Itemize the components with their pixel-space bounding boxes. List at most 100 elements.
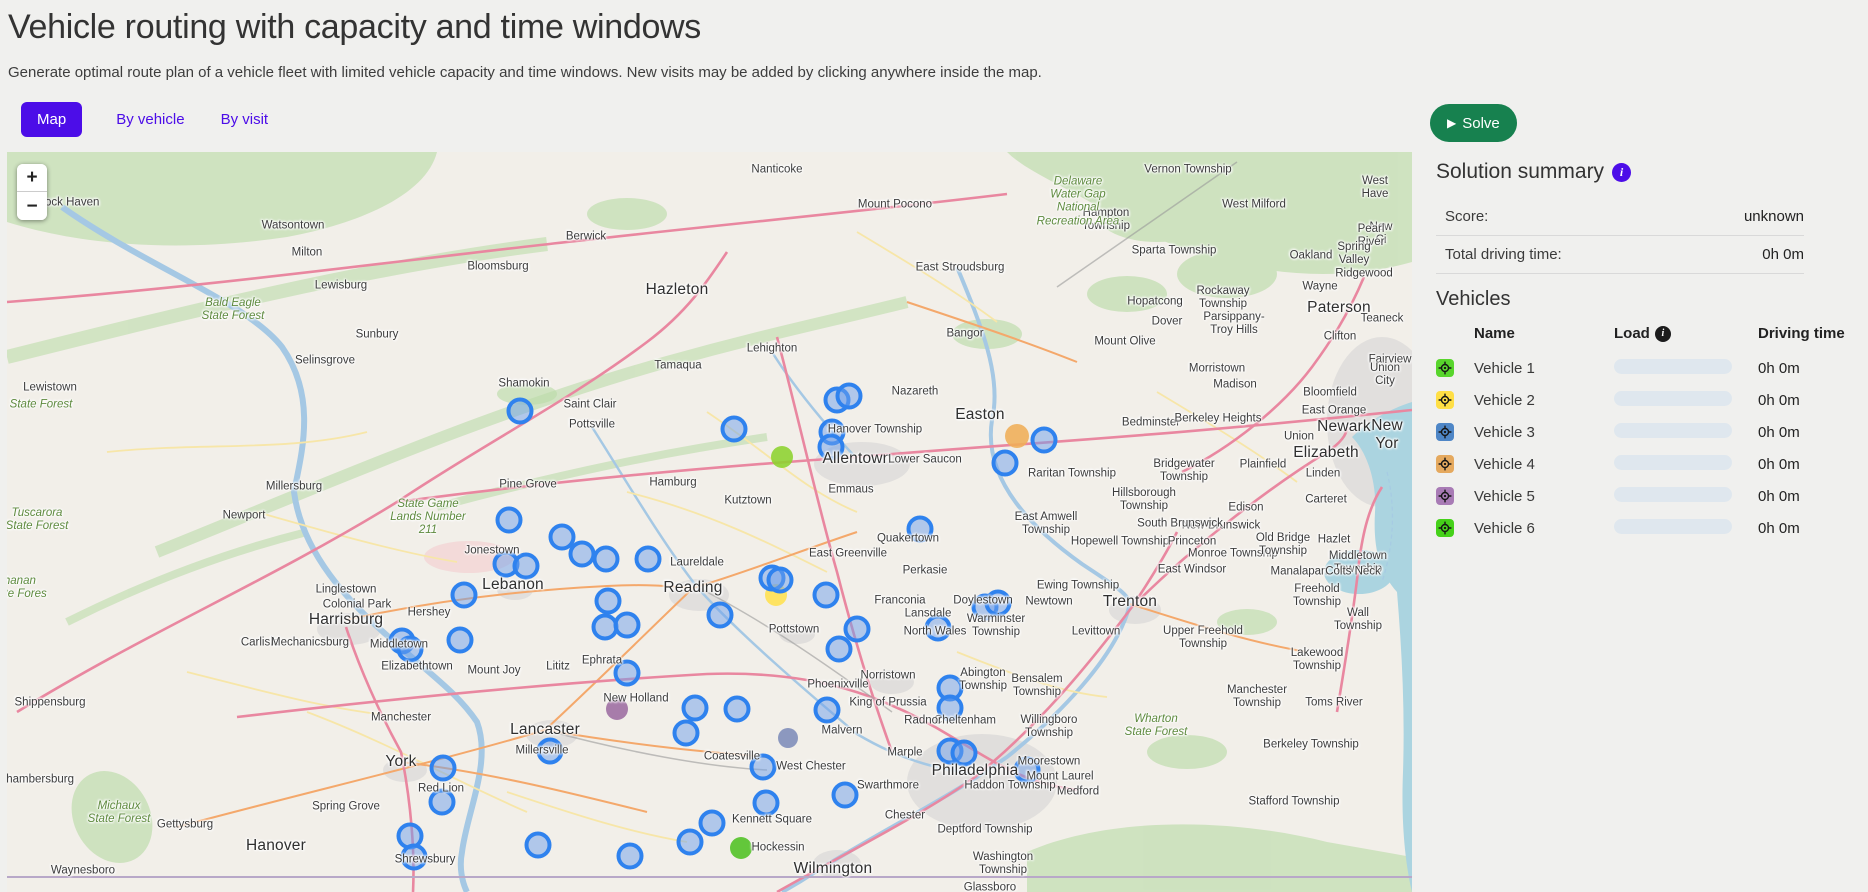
depot-marker[interactable] [1005, 424, 1029, 448]
map-zoom-control: + − [17, 164, 47, 220]
visit-marker[interactable] [750, 754, 777, 781]
tab-map[interactable]: Map [21, 102, 82, 137]
visit-marker[interactable] [832, 782, 859, 809]
visit-marker[interactable] [813, 582, 840, 609]
solve-button[interactable]: ▶ Solve [1430, 104, 1517, 142]
visit-marker[interactable] [401, 844, 428, 871]
zoom-in-button[interactable]: + [17, 164, 47, 192]
visit-marker[interactable] [707, 602, 734, 629]
visit-marker[interactable] [818, 434, 845, 461]
play-icon: ▶ [1447, 116, 1456, 130]
tab-by-vehicle[interactable]: By vehicle [114, 102, 186, 137]
vehicle-load-bar [1614, 455, 1732, 470]
summary-table: Score: unknown Total driving time: 0h 0m [1436, 198, 1804, 274]
vehicle-driving-time: 0h 0m [1758, 424, 1848, 441]
vehicle-load-bar [1614, 359, 1732, 374]
visit-marker[interactable] [614, 660, 641, 687]
visit-marker[interactable] [814, 697, 841, 724]
visit-marker[interactable] [836, 383, 863, 410]
vehicle-name: Vehicle 2 [1474, 392, 1614, 409]
total-driving-time-value: 0h 0m [1762, 246, 1804, 263]
depot-marker[interactable] [778, 728, 798, 748]
zoom-out-button[interactable]: − [17, 192, 47, 220]
map-canvas[interactable]: Lock HavenWatsontownMiltonLewisburgBloom… [7, 152, 1412, 892]
vehicles-heading: Vehicles [1436, 288, 1836, 311]
vehicle-color-icon [1436, 487, 1454, 505]
page-title: Vehicle routing with capacity and time w… [8, 8, 701, 47]
vehicle-rows: Vehicle 10h 0mVehicle 20h 0mVehicle 30h … [1436, 352, 1848, 544]
visit-marker[interactable] [496, 507, 523, 534]
vehicle-row: Vehicle 10h 0m [1436, 352, 1848, 384]
vehicle-name: Vehicle 4 [1474, 456, 1614, 473]
visit-marker[interactable] [677, 829, 704, 856]
tab-bar: Map By vehicle By visit [21, 102, 270, 137]
vehicle-driving-time: 0h 0m [1758, 488, 1848, 505]
col-name: Name [1474, 325, 1614, 342]
vehicle-load-bar [1614, 391, 1732, 406]
visit-marker[interactable] [753, 790, 780, 817]
visit-marker[interactable] [397, 636, 424, 663]
vehicle-driving-time: 0h 0m [1758, 520, 1848, 537]
visit-marker[interactable] [721, 416, 748, 443]
visit-marker[interactable] [682, 695, 709, 722]
vehicle-name: Vehicle 5 [1474, 488, 1614, 505]
visit-marker[interactable] [569, 541, 596, 568]
vehicles-table: Name Load i Driving time Vehicle 10h 0mV… [1436, 321, 1848, 544]
visit-marker[interactable] [937, 695, 964, 722]
visit-marker[interactable] [525, 832, 552, 859]
vehicle-color-icon [1436, 391, 1454, 409]
vehicle-load-bar [1614, 487, 1732, 502]
visit-marker[interactable] [430, 755, 457, 782]
visit-marker[interactable] [593, 546, 620, 573]
page-subtitle: Generate optimal route plan of a vehicle… [8, 64, 1042, 81]
visit-marker[interactable] [595, 588, 622, 615]
visit-marker[interactable] [985, 590, 1012, 617]
depot-marker[interactable] [771, 446, 793, 468]
load-info-icon[interactable]: i [1655, 326, 1671, 342]
vehicle-color-icon [1436, 423, 1454, 441]
visit-marker[interactable] [1031, 427, 1058, 454]
solution-panel: Solution summary i Score: unknown Total … [1436, 160, 1836, 544]
visit-marker[interactable] [507, 398, 534, 425]
col-driving-time: Driving time [1758, 325, 1848, 342]
score-value: unknown [1744, 208, 1804, 225]
depot-marker[interactable] [730, 837, 752, 859]
visit-marker[interactable] [513, 553, 540, 580]
vehicles-table-header: Name Load i Driving time [1436, 321, 1848, 352]
depot-marker[interactable] [606, 698, 628, 720]
vehicle-name: Vehicle 6 [1474, 520, 1614, 537]
vehicle-row: Vehicle 20h 0m [1436, 384, 1848, 416]
visit-marker[interactable] [635, 546, 662, 573]
vehicle-driving-time: 0h 0m [1758, 360, 1848, 377]
vehicle-color-icon [1436, 519, 1454, 537]
map-base-tiles [7, 152, 1412, 892]
total-driving-time-label: Total driving time: [1445, 246, 1562, 263]
vehicle-name: Vehicle 3 [1474, 424, 1614, 441]
visit-marker[interactable] [767, 567, 794, 594]
visit-marker[interactable] [617, 843, 644, 870]
visit-marker[interactable] [451, 582, 478, 609]
vehicle-driving-time: 0h 0m [1758, 456, 1848, 473]
visit-marker[interactable] [429, 789, 456, 816]
solution-summary-heading: Solution summary i [1436, 160, 1836, 184]
tab-by-visit[interactable]: By visit [219, 102, 271, 137]
vehicle-load-bar [1614, 519, 1732, 534]
visit-marker[interactable] [724, 696, 751, 723]
visit-marker[interactable] [992, 450, 1019, 477]
visit-marker[interactable] [614, 612, 641, 639]
visit-marker[interactable] [925, 615, 952, 642]
vehicle-load-bar [1614, 423, 1732, 438]
visit-marker[interactable] [447, 627, 474, 654]
total-driving-time-row: Total driving time: 0h 0m [1436, 236, 1804, 274]
visit-marker[interactable] [537, 738, 564, 765]
visit-marker[interactable] [951, 740, 978, 767]
visit-marker[interactable] [1014, 757, 1041, 784]
visit-marker[interactable] [907, 516, 934, 543]
visit-marker[interactable] [826, 636, 853, 663]
score-row: Score: unknown [1436, 198, 1804, 236]
score-label: Score: [1445, 208, 1488, 225]
vehicle-color-icon [1436, 455, 1454, 473]
info-icon[interactable]: i [1612, 163, 1631, 182]
visit-marker[interactable] [699, 810, 726, 837]
visit-marker[interactable] [673, 720, 700, 747]
